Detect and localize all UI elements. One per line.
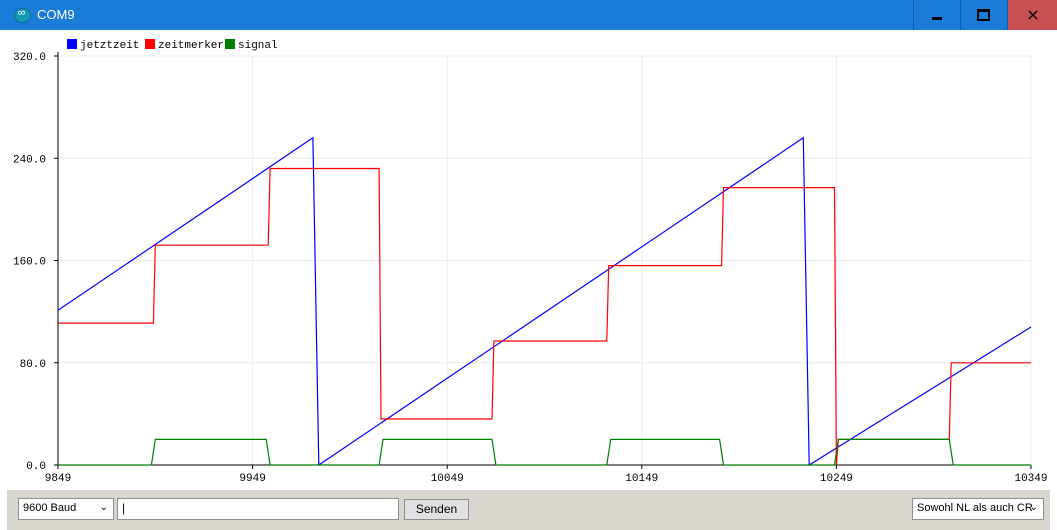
- y-tick-label: 160.0: [13, 257, 46, 269]
- chevron-down-icon: ⌄: [1029, 502, 1038, 513]
- legend-swatch-jetztzeit: [67, 39, 77, 49]
- x-tick-label: 10249: [820, 473, 853, 485]
- x-tick-label: 9949: [239, 473, 265, 485]
- y-tick-label: 80.0: [20, 359, 46, 371]
- serial-plotter-chart: 320.0 240.0 160.0 80.0 0.09849 9949 10049 10149…: [13, 39, 1048, 485]
- legend-label-signal: signal: [238, 40, 278, 52]
- minimize-button[interactable]: [913, 0, 959, 30]
- text-cursor: |: [122, 501, 126, 515]
- x-tick-label: 10349: [1014, 473, 1047, 485]
- maximize-icon: [977, 9, 990, 21]
- y-tick-label: 0.0: [26, 461, 46, 473]
- chevron-down-icon: ⌄: [99, 502, 108, 513]
- window-border: [1050, 490, 1057, 530]
- message-input[interactable]: |: [117, 498, 399, 520]
- maximize-button[interactable]: [960, 0, 1006, 30]
- y-tick-label: 320.0: [13, 52, 46, 64]
- series-line-jetztzeit: [57, 136, 1032, 467]
- baud-rate-value: 9600 Baud: [23, 502, 77, 514]
- minimize-icon: [931, 16, 942, 20]
- x-tick-label: 10049: [431, 473, 464, 485]
- line-ending-value: Sowohl NL als auch CR: [917, 502, 1033, 514]
- x-tick-label: 9849: [45, 473, 71, 485]
- send-button[interactable]: Senden: [404, 499, 469, 520]
- close-icon: ×: [1026, 5, 1040, 24]
- title-bar: COM9 ×: [0, 0, 1057, 30]
- legend-label-jetztzeit: jetztzeit: [80, 40, 139, 52]
- legend-swatch-zeitmerker: [145, 39, 155, 49]
- line-ending-select[interactable]: Sowohl NL als auch CR ⌄: [912, 498, 1044, 520]
- series-line-zeitmerker: [58, 167, 1031, 466]
- close-button[interactable]: ×: [1007, 0, 1057, 30]
- x-tick-label: 10149: [625, 473, 658, 485]
- bottom-toolbar: 9600 Baud ⌄ | Senden Sowohl NL als auch …: [7, 490, 1050, 530]
- arduino-icon: [14, 6, 31, 23]
- series-line-signal: [58, 438, 1031, 466]
- legend-swatch-signal: [225, 39, 235, 49]
- window-title: COM9: [37, 7, 75, 22]
- legend-label-zeitmerker: zeitmerker: [158, 40, 224, 52]
- y-tick-label: 240.0: [13, 154, 46, 166]
- baud-rate-select[interactable]: 9600 Baud ⌄: [18, 498, 114, 520]
